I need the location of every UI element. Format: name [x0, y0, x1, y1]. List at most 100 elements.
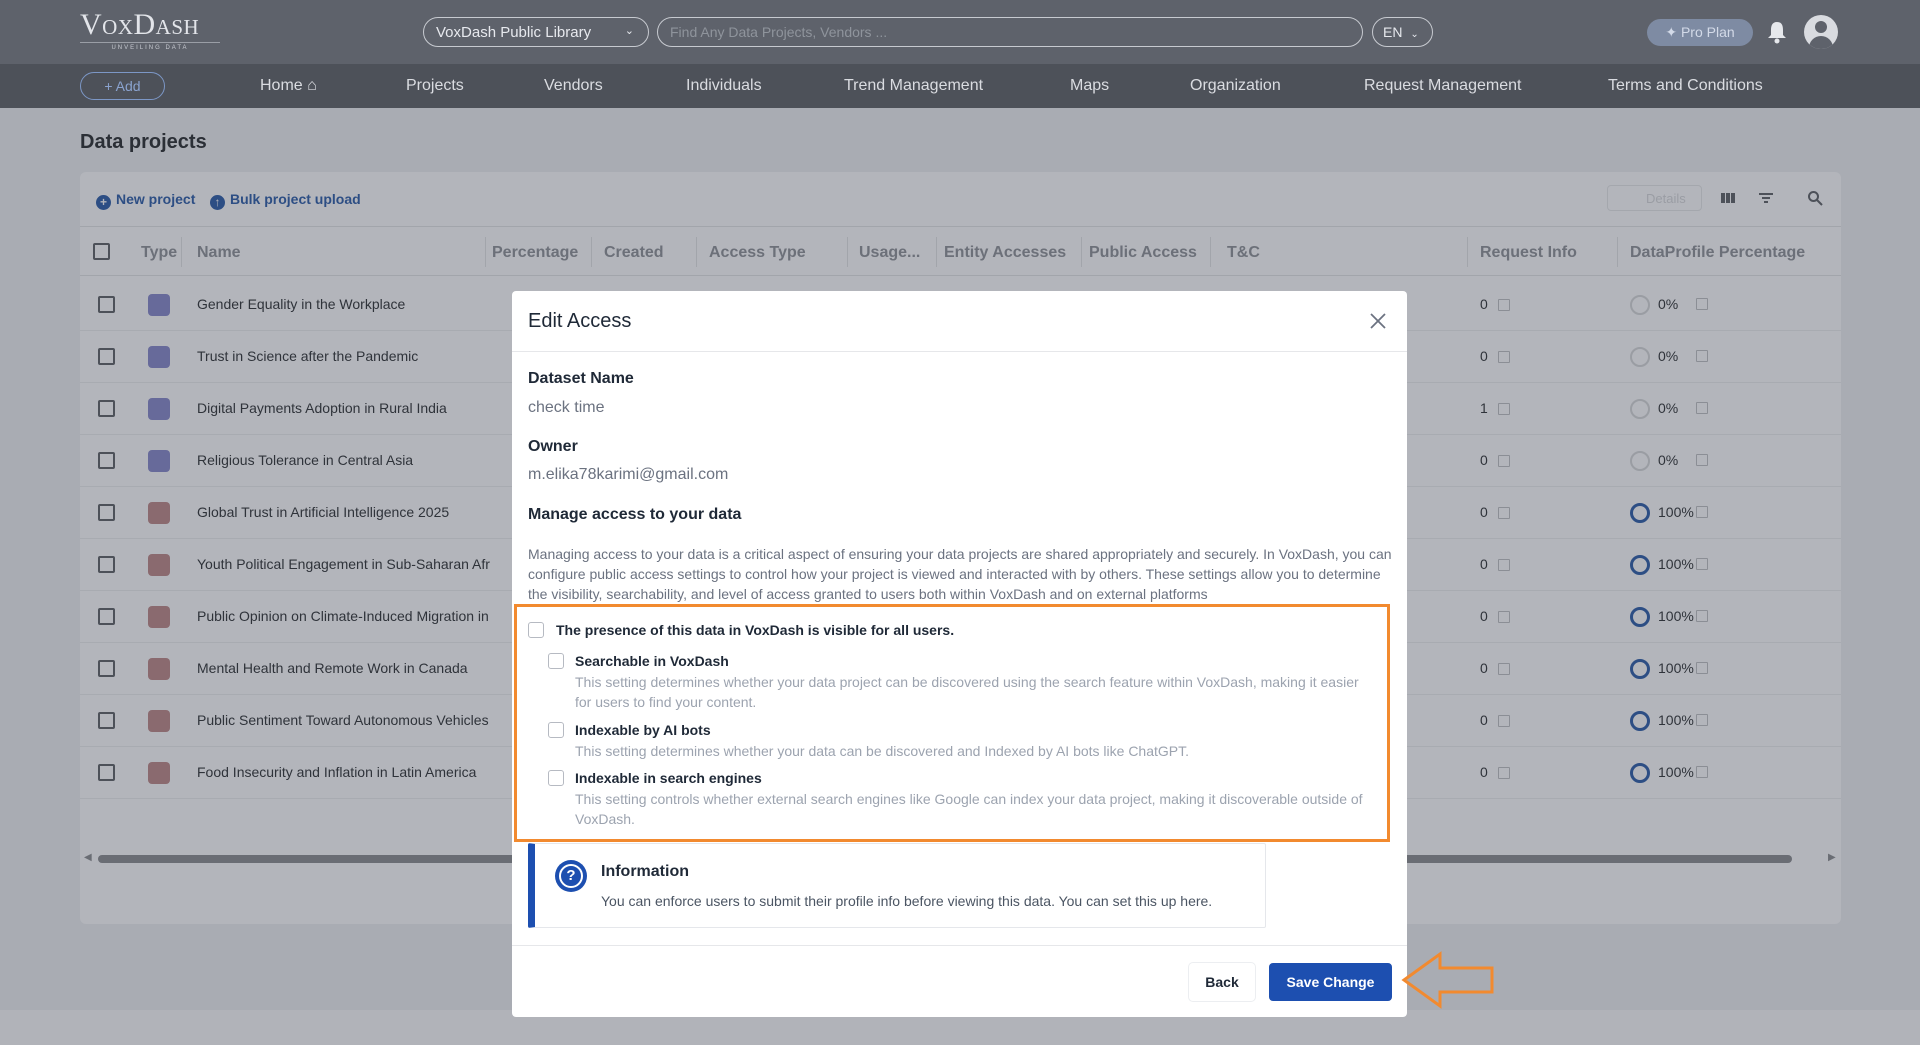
- filter-icon[interactable]: [1758, 190, 1774, 206]
- nav-trend-management[interactable]: Trend Management: [844, 77, 983, 95]
- edit-icon[interactable]: [1696, 610, 1708, 622]
- column-tandc[interactable]: T&C: [1227, 244, 1260, 262]
- save-change-button[interactable]: Save Change: [1269, 963, 1392, 1001]
- progress-ring-icon: [1630, 347, 1650, 367]
- nav-individuals[interactable]: Individuals: [686, 77, 762, 95]
- project-name[interactable]: Gender Equality in the Workplace: [197, 296, 405, 312]
- project-name[interactable]: Digital Payments Adoption in Rural India: [197, 400, 447, 416]
- column-dataprofile-percentage[interactable]: DataProfile Percentage: [1630, 244, 1805, 262]
- edit-icon[interactable]: [1696, 402, 1708, 414]
- search-engines-description: This setting controls whether external s…: [575, 791, 1363, 827]
- avatar-head: [1815, 21, 1827, 33]
- dataset-name-value: check time: [528, 399, 605, 416]
- search-engines-checkbox[interactable]: [548, 770, 564, 786]
- nav-maps[interactable]: Maps: [1070, 77, 1109, 95]
- information-text: You can enforce users to submit their pr…: [601, 893, 1213, 909]
- nav-request-management[interactable]: Request Management: [1364, 77, 1521, 95]
- nav-vendors[interactable]: Vendors: [544, 77, 603, 95]
- language-select[interactable]: EN ⌄: [1372, 17, 1433, 47]
- row-checkbox[interactable]: [98, 400, 115, 417]
- edit-icon[interactable]: [1696, 558, 1708, 570]
- row-checkbox[interactable]: [98, 712, 115, 729]
- project-name[interactable]: Public Sentiment Toward Autonomous Vehic…: [197, 712, 489, 728]
- nav-organization[interactable]: Organization: [1190, 77, 1281, 95]
- scroll-right-icon[interactable]: ▶: [1828, 852, 1836, 863]
- progress-ring-icon: [1630, 399, 1650, 419]
- question-circle-icon: ?: [555, 860, 587, 892]
- bulk-upload-label: Bulk project upload: [230, 191, 361, 207]
- edit-icon[interactable]: [1696, 506, 1708, 518]
- searchable-checkbox[interactable]: [548, 653, 564, 669]
- edit-icon[interactable]: [1498, 403, 1510, 415]
- edit-icon[interactable]: [1696, 454, 1708, 466]
- edit-icon[interactable]: [1498, 663, 1510, 675]
- nav-terms-and-conditions[interactable]: Terms and Conditions: [1608, 77, 1763, 95]
- column-name[interactable]: Name: [197, 244, 241, 262]
- edit-icon[interactable]: [1498, 559, 1510, 571]
- nav-projects[interactable]: Projects: [406, 77, 464, 95]
- edit-icon[interactable]: [1498, 507, 1510, 519]
- library-select[interactable]: VoxDash Public Library ⌄: [423, 17, 649, 47]
- visibility-checkbox[interactable]: [528, 622, 544, 638]
- project-name[interactable]: Trust in Science after the Pandemic: [197, 348, 418, 364]
- column-usage[interactable]: Usage...: [859, 244, 920, 262]
- user-avatar[interactable]: [1804, 15, 1838, 49]
- close-icon[interactable]: [1367, 310, 1389, 332]
- request-info-count: 0: [1480, 452, 1488, 468]
- columns-icon[interactable]: [1720, 190, 1736, 206]
- dataprofile-percentage: 100%: [1658, 660, 1694, 676]
- voxdash-logo[interactable]: VoxDash UNVEILING DATA: [80, 10, 220, 51]
- row-checkbox[interactable]: [98, 764, 115, 781]
- details-button[interactable]: Details: [1607, 185, 1702, 211]
- edit-icon[interactable]: [1498, 611, 1510, 623]
- row-checkbox[interactable]: [98, 504, 115, 521]
- new-project-button[interactable]: + New project: [96, 191, 195, 210]
- ai-bots-checkbox[interactable]: [548, 722, 564, 738]
- edit-icon[interactable]: [1696, 766, 1708, 778]
- row-checkbox[interactable]: [98, 660, 115, 677]
- manage-access-title: Manage access to your data: [528, 506, 742, 523]
- pro-plan-button[interactable]: ✦ Pro Plan: [1647, 19, 1753, 46]
- column-entity-accesses[interactable]: Entity Accesses: [944, 244, 1066, 262]
- project-name[interactable]: Youth Political Engagement in Sub-Sahara…: [197, 556, 490, 572]
- project-name[interactable]: Public Opinion on Climate-Induced Migrat…: [197, 608, 489, 624]
- edit-icon[interactable]: [1498, 767, 1510, 779]
- project-name[interactable]: Global Trust in Artificial Intelligence …: [197, 504, 449, 520]
- column-request-info[interactable]: Request Info: [1480, 244, 1577, 262]
- project-name[interactable]: Food Insecurity and Inflation in Latin A…: [197, 764, 476, 780]
- bulk-upload-button[interactable]: ↑ Bulk project upload: [210, 191, 361, 210]
- column-divider: [936, 237, 937, 267]
- edit-icon[interactable]: [1498, 351, 1510, 363]
- column-access-type[interactable]: Access Type: [709, 244, 806, 262]
- project-name[interactable]: Mental Health and Remote Work in Canada: [197, 660, 468, 676]
- bell-icon[interactable]: [1766, 20, 1788, 44]
- edit-icon[interactable]: [1696, 350, 1708, 362]
- edit-icon[interactable]: [1498, 455, 1510, 467]
- nav-home[interactable]: Home ⌂: [260, 77, 317, 95]
- search-input[interactable]: [657, 17, 1363, 47]
- edit-icon[interactable]: [1498, 715, 1510, 727]
- row-checkbox[interactable]: [98, 296, 115, 313]
- row-checkbox[interactable]: [98, 608, 115, 625]
- column-percentage[interactable]: Percentage: [492, 244, 578, 262]
- edit-icon[interactable]: [1498, 299, 1510, 311]
- layers-icon: [148, 346, 170, 368]
- select-all-checkbox[interactable]: [93, 243, 110, 260]
- project-name[interactable]: Religious Tolerance in Central Asia: [197, 452, 413, 468]
- search-icon[interactable]: [1807, 190, 1823, 206]
- edit-icon[interactable]: [1696, 714, 1708, 726]
- arrow-left-icon: [1401, 951, 1494, 1009]
- column-public-access[interactable]: Public Access: [1089, 244, 1197, 262]
- add-button[interactable]: + Add: [80, 72, 165, 100]
- column-created[interactable]: Created: [604, 244, 664, 262]
- column-type[interactable]: Type: [141, 244, 177, 262]
- row-checkbox[interactable]: [98, 556, 115, 573]
- edit-icon[interactable]: [1696, 662, 1708, 674]
- back-button[interactable]: Back: [1189, 963, 1255, 1001]
- scroll-left-icon[interactable]: ◀: [84, 852, 92, 863]
- edit-icon[interactable]: [1696, 298, 1708, 310]
- row-checkbox[interactable]: [98, 348, 115, 365]
- information-card[interactable]: ? Information You can enforce users to s…: [528, 843, 1266, 928]
- row-checkbox[interactable]: [98, 452, 115, 469]
- cloud-upload-icon: ↑: [210, 195, 225, 210]
